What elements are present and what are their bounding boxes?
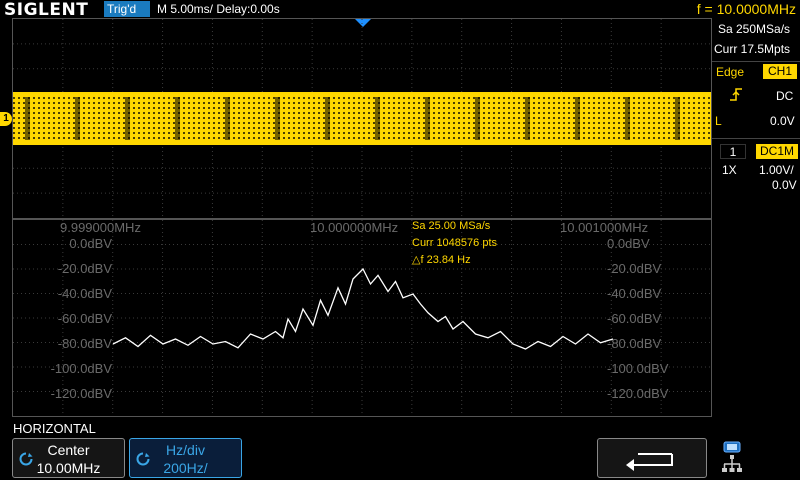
waveform-beat	[675, 97, 680, 140]
fft-y-tick-label: -80.0dBV	[607, 336, 662, 351]
fft-y-tick-label: 0.0dBV	[69, 236, 112, 251]
fft-spectrum-trace	[112, 267, 614, 350]
center-value: 10.00MHz	[36, 460, 101, 476]
fft-y-tick-label: -60.0dBV	[607, 311, 662, 326]
network-status-icon	[722, 441, 742, 472]
waveform-beat	[225, 97, 230, 140]
probe-attenuation: 1X	[722, 163, 737, 177]
fft-y-tick-label: -120.0dBV	[607, 386, 669, 401]
return-button[interactable]	[597, 438, 707, 478]
waveform-beat	[475, 97, 480, 140]
trigger-level-value: 0.0V	[770, 114, 795, 128]
return-arrow-icon	[626, 453, 673, 471]
waveform-beat	[125, 97, 130, 140]
hzdiv-label: Hz/div	[166, 442, 205, 458]
ch1-waveform-band	[13, 92, 711, 145]
trigger-level-label: L	[715, 114, 722, 128]
trigger-source-badge[interactable]: CH1	[763, 64, 797, 79]
hzdiv-value: 200Hz/	[163, 460, 208, 476]
fft-y-tick-label: -40.0dBV	[607, 286, 662, 301]
waveform-beat	[625, 97, 630, 140]
waveform-beat	[75, 97, 80, 140]
brand-logo: SIGLENT	[4, 0, 89, 20]
waveform-beat	[325, 97, 330, 140]
waveform-beat	[375, 97, 380, 140]
fft-y-tick-label: -60.0dBV	[57, 311, 112, 326]
time-domain-graticule	[12, 18, 712, 219]
fft-y-tick-label: -20.0dBV	[607, 261, 662, 276]
fft-y-tick-label: -100.0dBV	[50, 361, 112, 376]
trigger-coupling: DC	[776, 89, 794, 103]
waveform-beat	[275, 97, 280, 140]
divider	[712, 61, 800, 62]
channel-number-badge[interactable]: 1	[720, 144, 746, 159]
waveform-beat	[425, 97, 430, 140]
fft-sample-rate: Sa 25.00 MSa/s	[412, 220, 491, 232]
rising-edge-icon	[730, 88, 742, 101]
center-frequency-softkey[interactable]: Center 10.00MHz	[12, 438, 125, 478]
fft-x-tick-left: 9.999000MHz	[60, 220, 141, 235]
fft-y-tick-label: 0.0dBV	[607, 236, 650, 251]
divider	[712, 138, 800, 139]
fft-resolution: △f 23.84 Hz	[412, 254, 471, 266]
fft-y-tick-label: -20.0dBV	[57, 261, 112, 276]
fft-y-tick-label: -100.0dBV	[607, 361, 669, 376]
fft-y-tick-label: -80.0dBV	[57, 336, 112, 351]
fft-info-box: Sa 25.00 MSa/s Curr 1048576 pts △f 23.84…	[412, 218, 497, 269]
hz-per-div-softkey[interactable]: Hz/div 200Hz/	[129, 438, 242, 478]
frequency-counter: f = 10.0000MHz	[696, 1, 796, 17]
center-label: Center	[47, 442, 90, 458]
memory-depth-readout: Curr 17.5Mpts	[714, 42, 791, 56]
sample-rate-readout: Sa 250MSa/s	[718, 22, 791, 36]
timebase-readout: M 5.00ms/ Delay:0.00s	[157, 2, 280, 16]
status-bar: SIGLENT Trig'd M 5.00ms/ Delay:0.00s f =…	[0, 0, 800, 20]
channel-scale: 1.00V/	[759, 163, 794, 177]
time-domain-grid	[13, 19, 711, 218]
ch1-offset-marker[interactable]: 1	[0, 112, 12, 126]
waveform-beat	[25, 97, 30, 140]
channel-offset: 0.0V	[772, 178, 797, 192]
channel-coupling-badge[interactable]: DC1M	[756, 144, 798, 159]
trigger-type-label: Edge	[716, 65, 745, 79]
waveform-beat	[525, 97, 530, 140]
fft-x-tick-center: 10.000000MHz	[310, 220, 399, 235]
waveform-beat	[175, 97, 180, 140]
fft-y-tick-label: -40.0dBV	[57, 286, 112, 301]
fft-y-tick-label: -120.0dBV	[50, 386, 112, 401]
waveform-beat	[575, 97, 580, 140]
trigger-status-badge: Trig'd	[104, 1, 150, 17]
fft-points: Curr 1048576 pts	[412, 237, 497, 249]
menu-title: HORIZONTAL	[13, 421, 96, 436]
fft-x-tick-right: 10.001000MHz	[560, 220, 649, 235]
